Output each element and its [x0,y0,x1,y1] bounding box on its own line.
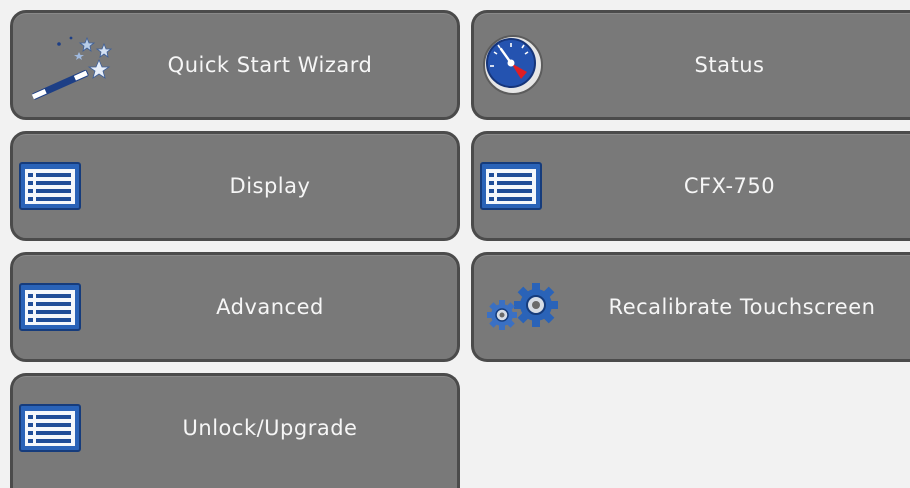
cfx-750-label: CFX-750 [683,174,776,198]
quick-start-wizard-button[interactable]: Quick Start Wizard [10,10,460,120]
advanced-button[interactable]: Advanced [10,252,460,362]
gears-icon [480,277,560,337]
recalibrate-touchscreen-label: Recalibrate Touchscreen [608,295,876,319]
recalibrate-touchscreen-button[interactable]: Recalibrate Touchscreen [471,252,910,362]
status-label: Status [694,53,765,77]
list-window-icon [19,162,81,210]
cfx-750-button[interactable]: CFX-750 [471,131,910,241]
advanced-label: Advanced [216,295,324,319]
unlock-upgrade-label: Unlock/Upgrade [182,416,358,440]
list-window-icon [480,162,542,210]
unlock-upgrade-button[interactable]: Unlock/Upgrade [10,373,460,488]
gauge-icon [480,32,546,98]
list-window-icon [19,404,81,452]
status-button[interactable]: Status [471,10,910,120]
display-button[interactable]: Display [10,131,460,241]
display-label: Display [229,174,311,198]
quick-start-wizard-label: Quick Start Wizard [167,53,373,77]
list-window-icon [19,283,81,331]
